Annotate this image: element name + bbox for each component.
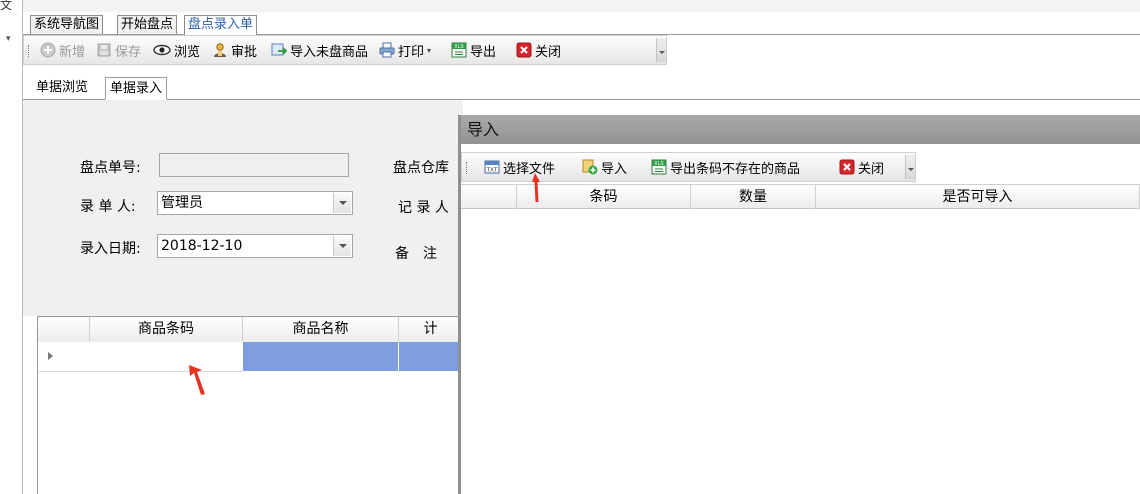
export-xls-icon: XLS bbox=[451, 42, 467, 58]
tab-document-browse[interactable]: 单据浏览 bbox=[32, 77, 92, 99]
export-xls-icon: XLS bbox=[651, 159, 667, 175]
close-button-label: 关闭 bbox=[535, 44, 562, 60]
dialog-close-label: 关闭 bbox=[858, 161, 885, 177]
toolbar-overflow-button[interactable] bbox=[656, 38, 666, 62]
export-button-label: 导出 bbox=[470, 44, 497, 60]
entry-subtab-bar: 单据浏览 单据录入 bbox=[23, 75, 1140, 100]
import-add-icon bbox=[582, 159, 598, 175]
recorder-select[interactable]: 管理员 bbox=[157, 191, 353, 215]
tab-stocktake-entry[interactable]: 盘点录入单 bbox=[184, 15, 258, 35]
date-dropdown-icon[interactable] bbox=[333, 236, 351, 256]
warehouse-label: 盘点仓库 bbox=[393, 160, 449, 176]
left-gutter bbox=[0, 0, 23, 494]
svg-text:XLS: XLS bbox=[654, 161, 663, 167]
order-no-label: 盘点单号: bbox=[80, 160, 141, 176]
approve-button[interactable]: 审批 bbox=[212, 36, 257, 64]
save-button-label: 保存 bbox=[115, 44, 142, 60]
import-icon bbox=[271, 42, 287, 58]
svg-text:XLS: XLS bbox=[454, 44, 463, 50]
dialog-title[interactable]: 导入 bbox=[461, 115, 1140, 144]
date-value: 2018-12-10 bbox=[161, 238, 243, 254]
export-button[interactable]: XLS 导出 bbox=[451, 36, 496, 64]
date-label: 录入日期: bbox=[80, 241, 141, 257]
product-name-cell[interactable] bbox=[243, 342, 398, 371]
gutter-chevron-icon[interactable]: ▾ bbox=[6, 34, 11, 44]
import-uncounted-button[interactable]: 导入未盘商品 bbox=[271, 36, 368, 64]
record-person-label: 记 录 人 bbox=[398, 200, 449, 216]
main-toolbar: 新增 保存 浏览 审批 导入未盘商品 打印 ▾ XLS 导出 关闭 bbox=[23, 35, 667, 65]
hidden-form-heading bbox=[565, 108, 685, 115]
user-approve-icon bbox=[212, 42, 228, 58]
eye-icon bbox=[153, 42, 171, 58]
grid-corner-header bbox=[38, 317, 90, 341]
import-grid-corner-header bbox=[461, 185, 517, 209]
close-red-icon bbox=[839, 159, 855, 175]
date-picker[interactable]: 2018-12-10 bbox=[157, 234, 353, 258]
dialog-import-label: 导入 bbox=[601, 161, 628, 177]
order-no-field[interactable] bbox=[159, 153, 349, 177]
close-red-icon bbox=[516, 42, 532, 58]
col-header-barcode[interactable]: 商品条码 bbox=[90, 317, 243, 341]
browse-button[interactable]: 浏览 bbox=[153, 36, 200, 64]
print-button-label: 打印 bbox=[398, 44, 425, 60]
new-button-label: 新增 bbox=[59, 44, 86, 60]
tab-start-stocktake[interactable]: 开始盘点 bbox=[117, 15, 178, 34]
grid-header: 商品条码 商品名称 计 bbox=[38, 317, 462, 343]
dialog-import-button[interactable]: 导入 bbox=[582, 153, 627, 181]
txt-file-icon: TXT bbox=[484, 160, 500, 174]
browse-button-label: 浏览 bbox=[174, 44, 201, 60]
col-header-importable[interactable]: 是否可导入 bbox=[816, 185, 1140, 209]
recorder-dropdown-icon[interactable] bbox=[333, 193, 351, 213]
svg-text:TXT: TXT bbox=[486, 168, 498, 174]
import-uncounted-label: 导入未盘商品 bbox=[290, 44, 369, 60]
product-grid: 商品条码 商品名称 计 bbox=[37, 316, 463, 494]
approve-button-label: 审批 bbox=[231, 44, 258, 60]
annotation-arrow-icon bbox=[189, 365, 205, 395]
col-header-unit[interactable]: 计 bbox=[399, 317, 462, 341]
recorder-value: 管理员 bbox=[161, 195, 203, 211]
import-dialog: 导入 TXT 选择文件 导入 XLS 导出条码不存在的商品 关闭 条码 数量 是… bbox=[458, 115, 1140, 494]
print-button[interactable]: 打印 ▾ bbox=[379, 36, 431, 64]
gutter-top-text: 文 bbox=[0, 0, 13, 10]
tab-system-navigation[interactable]: 系统导航图 bbox=[30, 15, 104, 34]
remark-label: 备 注 bbox=[395, 246, 437, 262]
annotation-arrow-icon bbox=[532, 173, 540, 202]
dialog-close-button[interactable]: 关闭 bbox=[839, 153, 884, 181]
export-missing-barcode-label: 导出条码不存在的商品 bbox=[670, 161, 801, 177]
import-grid-header: 条码 数量 是否可导入 bbox=[461, 184, 1140, 209]
stocktake-form: 盘点单号: 盘点仓库 录 单 人: 管理员 记 录 人 录入日期: 2018-1… bbox=[23, 100, 463, 316]
save-button[interactable]: 保存 bbox=[96, 36, 141, 64]
dialog-toolbar-grip[interactable] bbox=[466, 162, 469, 174]
col-header-import-quantity[interactable]: 数量 bbox=[691, 185, 816, 209]
unit-cell[interactable] bbox=[399, 342, 462, 371]
printer-icon bbox=[379, 42, 395, 58]
close-button[interactable]: 关闭 bbox=[516, 36, 561, 64]
export-missing-barcode-button[interactable]: XLS 导出条码不存在的商品 bbox=[651, 153, 800, 181]
col-header-product-name[interactable]: 商品名称 bbox=[243, 317, 399, 341]
dialog-toolbar-overflow-button[interactable] bbox=[905, 155, 915, 179]
print-dropdown-icon[interactable]: ▾ bbox=[427, 46, 431, 55]
save-icon bbox=[96, 42, 112, 58]
document-tab-bar: 系统导航图 开始盘点 盘点录入单 bbox=[23, 12, 1140, 35]
barcode-cell[interactable] bbox=[90, 342, 243, 372]
recorder-label: 录 单 人: bbox=[80, 199, 136, 215]
toolbar-grip[interactable] bbox=[28, 45, 31, 57]
tab-document-entry[interactable]: 单据录入 bbox=[105, 77, 168, 100]
row-indicator[interactable] bbox=[38, 342, 91, 372]
new-button[interactable]: 新增 bbox=[40, 36, 85, 64]
plus-circle-icon bbox=[40, 42, 56, 58]
